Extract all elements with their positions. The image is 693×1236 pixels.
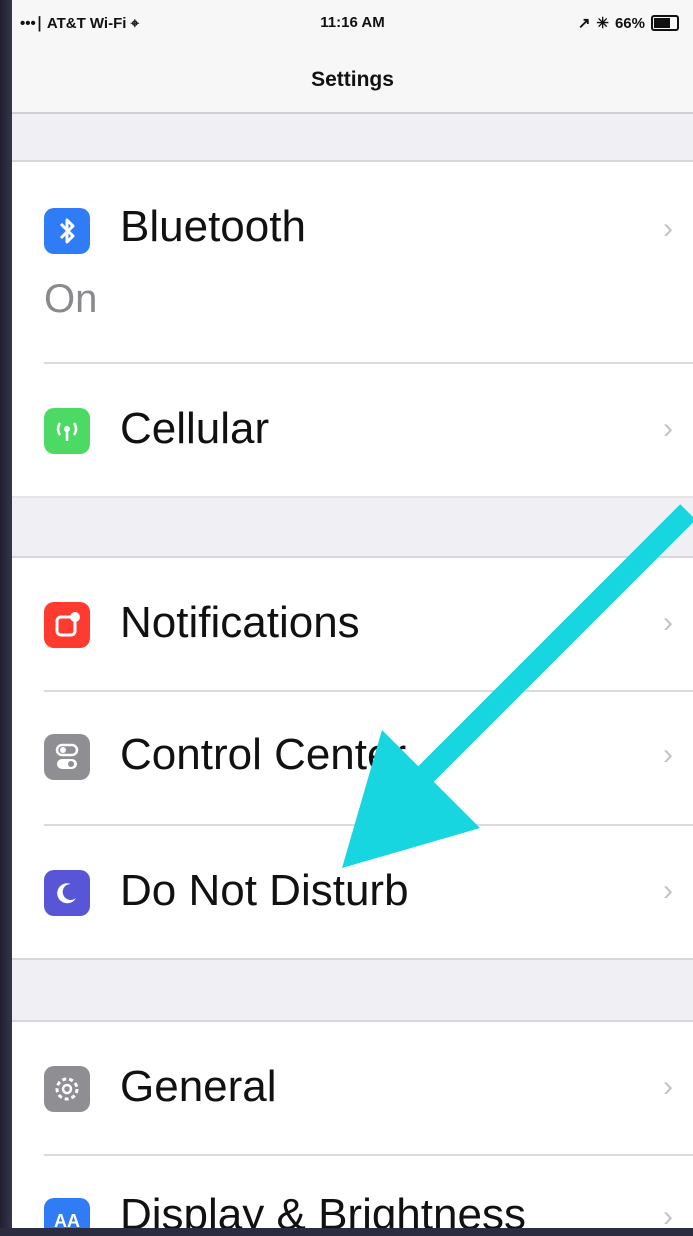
arrow-annotation-icon <box>342 504 693 868</box>
phone-screen: •••∣ AT&T Wi-Fi ⌖ 11:16 AM ↗ ✳ 66% Setti… <box>12 0 693 1228</box>
frame-border <box>0 0 12 1236</box>
frame-border <box>0 1228 693 1236</box>
